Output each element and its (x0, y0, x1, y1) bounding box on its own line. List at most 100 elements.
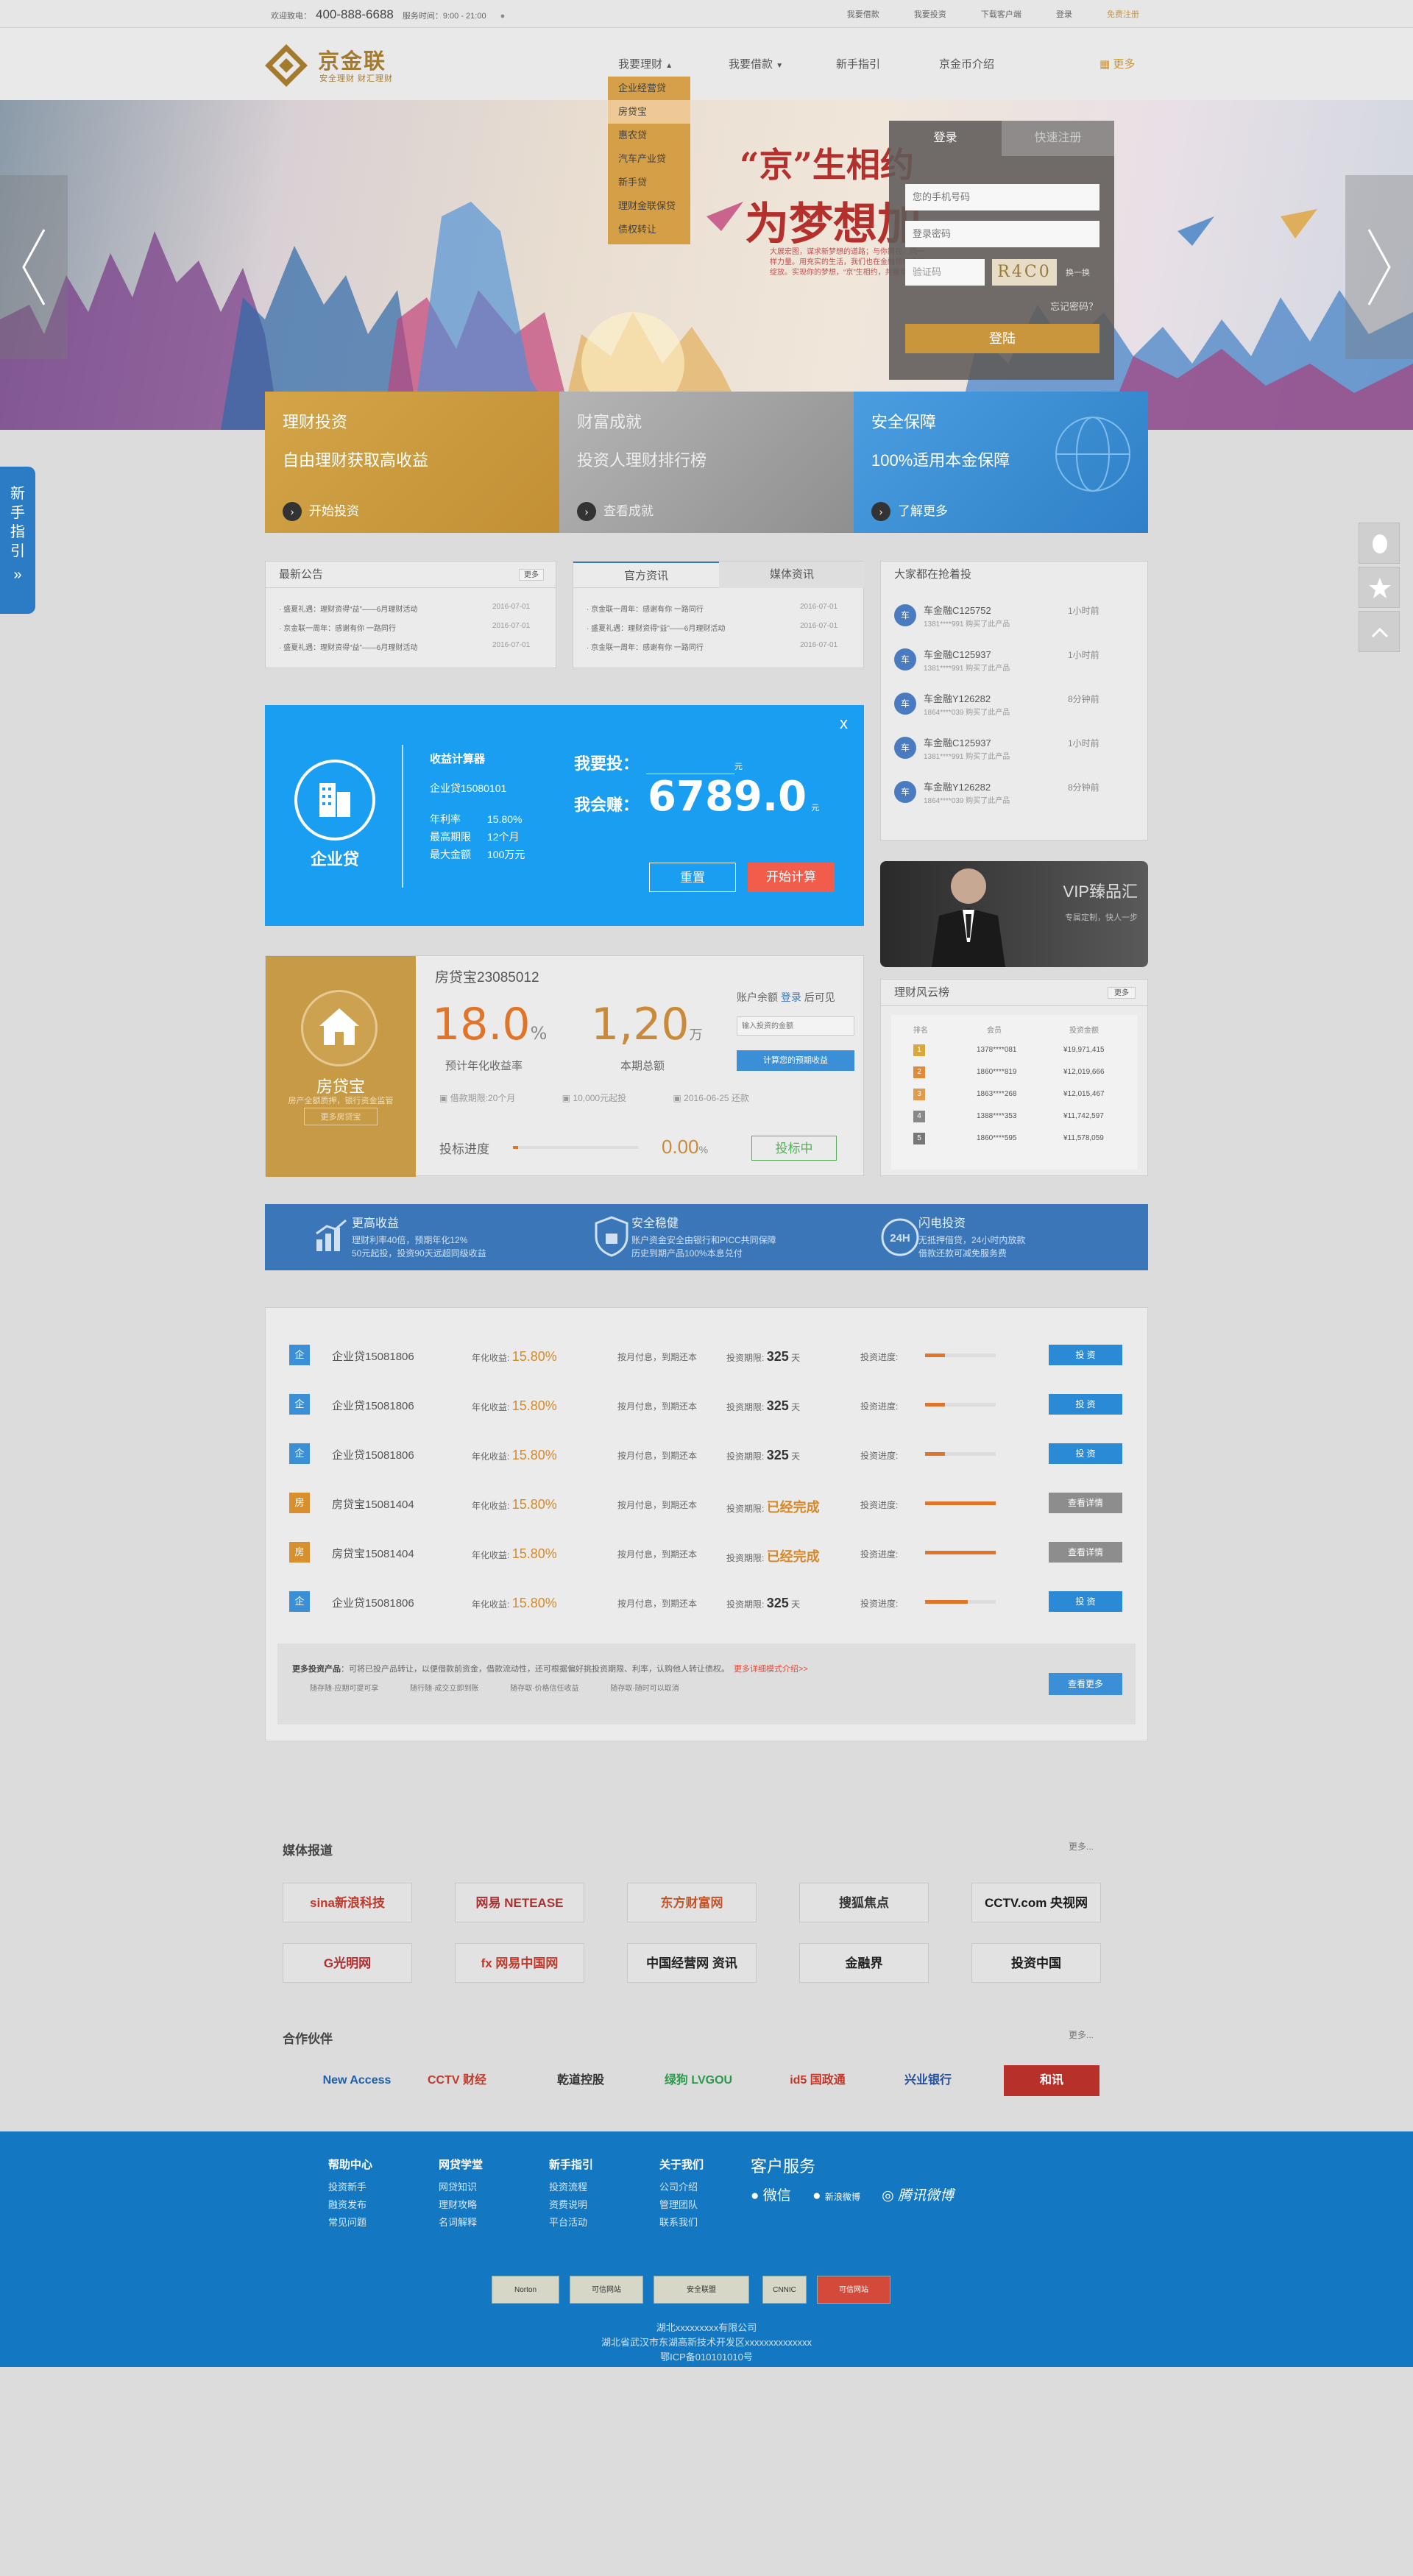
loan-action-button[interactable]: 投 资 (1049, 1394, 1122, 1415)
popular-item[interactable]: 车车金融C125937 1381****991 购买了此产品 1小时前 (894, 726, 1115, 769)
partners-more-link[interactable]: 更多... (1069, 2028, 1094, 2041)
trust-badge[interactable]: Norton (492, 2276, 559, 2304)
nav-item-more[interactable]: ▦ 更多 (1099, 56, 1135, 71)
loan-row[interactable]: 企 企业贷15081806 年化收益: 15.80% 按月付息，到期还本 投资期… (289, 1439, 1122, 1468)
trust-badge[interactable]: 可信网站 (817, 2276, 890, 2304)
partner-logo[interactable]: 和讯 (1004, 2065, 1099, 2096)
top-link-login[interactable]: 登录 (1056, 10, 1072, 19)
footer-link[interactable]: 投资新手 (328, 2179, 372, 2196)
top-link-invest[interactable]: 我要投资 (914, 10, 946, 19)
partner-logo[interactable]: CCTV 财经 (409, 2065, 505, 2096)
loan-name[interactable]: 房贷宝15081404 (332, 1496, 414, 1512)
footer-link[interactable]: 联系我们 (659, 2214, 704, 2232)
start-calc-button[interactable]: 开始计算 (748, 863, 835, 892)
footer-link[interactable]: 管理团队 (659, 2196, 704, 2214)
feature-card-invest[interactable]: 理财投资 自由理财获取高收益 › 开始投资 (265, 392, 559, 533)
media-logo[interactable]: 东方财富网 (627, 1883, 757, 1922)
partner-logo[interactable]: New Access (309, 2065, 405, 2096)
close-icon[interactable]: x (840, 714, 848, 733)
captcha-input[interactable]: 验证码 (905, 259, 985, 286)
feature-card-security[interactable]: 安全保障 100%适用本金保障 › 了解更多 (854, 392, 1148, 533)
footer-link[interactable]: 网贷知识 (439, 2179, 483, 2196)
ranking-row[interactable]: 2 1860****819 ¥12,019,666 (891, 1064, 1137, 1083)
popular-item[interactable]: 车车金融C125752 1381****991 购买了此产品 1小时前 (894, 594, 1115, 637)
footer-link[interactable]: 常见问题 (328, 2214, 372, 2232)
partner-logo[interactable]: id5 国政通 (770, 2065, 865, 2096)
feature-card-ranking[interactable]: 财富成就 投资人理财排行榜 › 查看成就 (559, 392, 854, 533)
tab-register[interactable]: 快速注册 (1002, 121, 1114, 156)
bidding-status-button[interactable]: 投标中 (751, 1136, 837, 1161)
media-more-link[interactable]: 更多... (1069, 1840, 1094, 1853)
feature-action[interactable]: › 开始投资 (283, 500, 359, 521)
view-more-button[interactable]: 查看更多 (1049, 1673, 1122, 1695)
media-logo[interactable]: CCTV.com 央视网 (971, 1883, 1101, 1922)
news-item[interactable]: · 盛夏礼遇：理财资得“益”——6月理财活动 2016-07-01 (279, 603, 530, 614)
dropdown-item[interactable]: 企业经营贷 (608, 77, 690, 100)
back-to-top-icon[interactable] (1359, 611, 1400, 652)
captcha-image[interactable]: R4C0 (992, 259, 1057, 286)
dropdown-item[interactable]: 债权转让 (608, 218, 690, 241)
banner-next-button[interactable] (1345, 175, 1413, 359)
loan-action-button[interactable]: 投 资 (1049, 1345, 1122, 1365)
invest-amount-field[interactable] (737, 1016, 854, 1036)
vip-banner[interactable]: VIP臻品汇 专属定制，快人一步 (880, 861, 1148, 967)
popular-item[interactable]: 车车金融Y126282 1864****039 购买了此产品 8分钟前 (894, 682, 1115, 725)
dropdown-item[interactable]: 惠农贷 (608, 124, 690, 147)
dropdown-item[interactable]: 房贷宝 (608, 100, 690, 124)
reset-button[interactable]: 重置 (649, 863, 736, 892)
partner-logo[interactable]: 兴业银行 (880, 2065, 976, 2096)
feature-action[interactable]: › 查看成就 (577, 500, 654, 521)
weibo-link[interactable]: 新浪微博 (825, 2192, 860, 2202)
footer-link[interactable]: 资费说明 (549, 2196, 593, 2214)
calc-earnings-button[interactable]: 计算您的预期收益 (737, 1050, 854, 1071)
nav-item-guide[interactable]: 新手指引 (836, 56, 880, 71)
weibo-icon[interactable]: ● (812, 2188, 821, 2204)
tab-official[interactable]: 官方资讯 (573, 562, 719, 590)
news-item[interactable]: · 京金联一周年：感谢有你 一路同行 2016-07-01 (279, 622, 530, 633)
loan-name[interactable]: 房贷宝15081404 (332, 1546, 414, 1561)
loan-row[interactable]: 企 企业贷15081806 年化收益: 15.80% 按月付息，到期还本 投资期… (289, 1340, 1122, 1370)
loan-row[interactable]: 企 企业贷15081806 年化收益: 15.80% 按月付息，到期还本 投资期… (289, 1587, 1122, 1616)
banner-prev-button[interactable] (0, 175, 68, 359)
loan-action-button[interactable]: 查看详情 (1049, 1542, 1122, 1563)
captcha-refresh-link[interactable]: 换一换 (1066, 266, 1090, 278)
tab-login[interactable]: 登录 (889, 121, 1002, 156)
news-item[interactable]: · 盛夏礼遇：理财资得“益”——6月理财活动 2016-07-01 (587, 622, 837, 633)
loan-action-button[interactable]: 投 资 (1049, 1443, 1122, 1464)
ranking-row[interactable]: 4 1388****353 ¥11,742,597 (891, 1108, 1137, 1127)
news-more-button[interactable]: 更多 (519, 569, 544, 581)
ranking-more-button[interactable]: 更多 (1108, 987, 1136, 999)
loan-row[interactable]: 房 房贷宝15081404 年化收益: 15.80% 按月付息，到期还本 投资期… (289, 1488, 1122, 1518)
balance-login-link[interactable]: 登录 (781, 991, 801, 1003)
newbie-guide-tab[interactable]: 新手指引 » (0, 467, 35, 614)
loan-row[interactable]: 企 企业贷15081806 年化收益: 15.80% 按月付息，到期还本 投资期… (289, 1390, 1122, 1419)
loan-name[interactable]: 企业贷15081806 (332, 1447, 414, 1462)
partner-logo[interactable]: 绿狗 LVGOU (651, 2065, 746, 2096)
trust-badge[interactable]: 安全联盟 (654, 2276, 749, 2304)
star-icon[interactable] (1359, 567, 1400, 608)
loan-action-button[interactable]: 查看详情 (1049, 1493, 1122, 1513)
nav-item-borrow[interactable]: 我要借款 ▼ (729, 56, 783, 71)
loan-action-button[interactable]: 投 资 (1049, 1591, 1122, 1612)
loan-row[interactable]: 房 房贷宝15081404 年化收益: 15.80% 按月付息，到期还本 投资期… (289, 1538, 1122, 1567)
invest-amount-input[interactable] (646, 760, 735, 774)
ranking-row[interactable]: 3 1863****268 ¥12,015,467 (891, 1086, 1137, 1105)
tencent-weibo-icon[interactable]: ◎ (882, 2188, 894, 2204)
dropdown-item[interactable]: 汽车产业贷 (608, 147, 690, 171)
logo[interactable]: 京金联 安全理财 财汇理财 (265, 41, 419, 87)
popular-item[interactable]: 车车金融C125937 1381****991 购买了此产品 1小时前 (894, 638, 1115, 681)
forgot-password-link[interactable]: 忘记密码？ (1050, 299, 1098, 313)
footer-link[interactable]: 平台活动 (549, 2214, 593, 2232)
loan-name[interactable]: 企业贷15081806 (332, 1595, 414, 1610)
top-link-register[interactable]: 免费注册 (1107, 10, 1139, 19)
password-input[interactable] (905, 221, 1099, 247)
ranking-row[interactable]: 5 1860****595 ¥11,578,059 (891, 1130, 1137, 1149)
wechat-icon[interactable]: ● (751, 2188, 759, 2204)
more-products-link[interactable]: 更多详细模式介绍>> (734, 1665, 808, 1674)
loan-name[interactable]: 企业贷15081806 (332, 1398, 414, 1413)
news-item[interactable]: · 京金联一周年：感谢有你 一路同行 2016-07-01 (587, 603, 837, 614)
dropdown-item[interactable]: 新手贷 (608, 171, 690, 194)
popular-item[interactable]: 车车金融Y126282 1864****039 购买了此产品 8分钟前 (894, 771, 1115, 813)
login-button[interactable]: 登陆 (905, 324, 1099, 353)
media-logo[interactable]: sina新浪科技 (283, 1883, 412, 1922)
